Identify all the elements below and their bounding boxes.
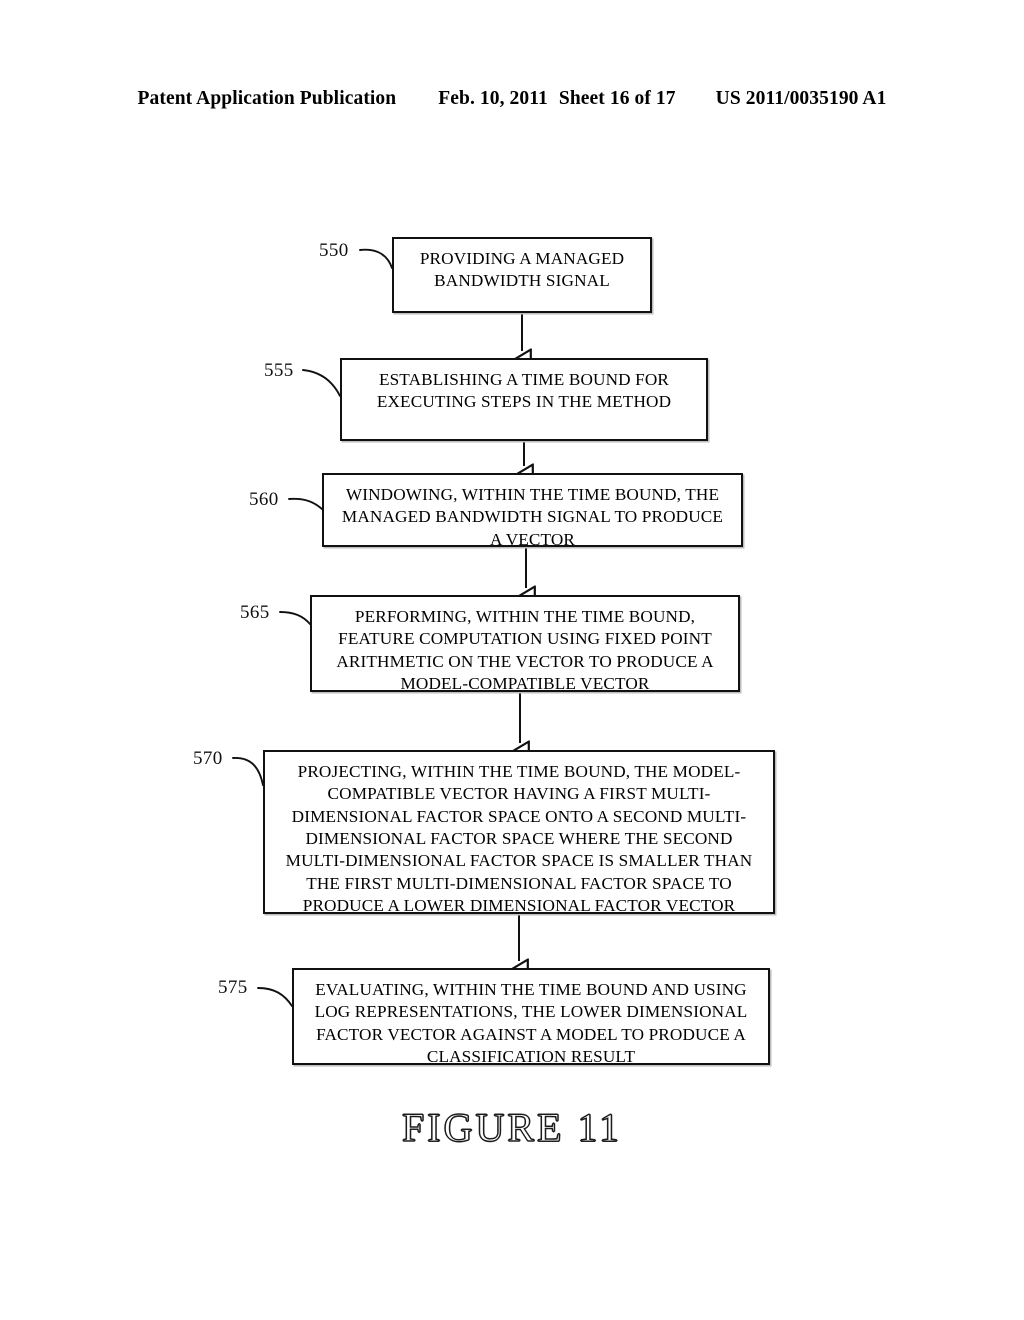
leader-555 [302, 369, 341, 397]
leader-565 [279, 611, 311, 625]
reference-numeral-575: 575 [218, 977, 248, 998]
leader-570 [232, 757, 264, 786]
flowchart-step-560-text: WINDOWING, WITHIN THE TIME BOUND, THE MA… [341, 485, 724, 549]
leader-575 [257, 987, 293, 1007]
reference-numeral-550: 550 [319, 240, 349, 261]
leader-550 [359, 248, 393, 269]
figure-caption: FIGURE 11 [401, 1104, 622, 1150]
flowchart-step-570-text: PROJECTING, WITHIN THE TIME BOUND, THE M… [285, 762, 753, 916]
flowchart-step-560: WINDOWING, WITHIN THE TIME BOUND, THE MA… [322, 473, 743, 549]
leader-560 [288, 497, 323, 510]
reference-numeral-560: 560 [249, 489, 279, 510]
reference-numeral-565: 565 [240, 602, 270, 623]
flowchart-step-555-text: ESTABLISHING A TIME BOUND FOR EXECUTING … [376, 370, 672, 412]
flowchart-step-555: ESTABLISHING A TIME BOUND FOR EXECUTING … [340, 358, 708, 441]
flowchart-step-575: EVALUATING, WITHIN THE TIME BOUND AND US… [292, 968, 770, 1067]
flowchart-step-570: PROJECTING, WITHIN THE TIME BOUND, THE M… [263, 750, 775, 915]
reference-numeral-555: 555 [264, 360, 294, 381]
flowchart-step-565-text: PERFORMING, WITHIN THE TIME BOUND, FEATU… [336, 607, 714, 694]
reference-numeral-570: 570 [193, 748, 223, 769]
flowchart-step-565: PERFORMING, WITHIN THE TIME BOUND, FEATU… [310, 595, 740, 694]
flowchart-step-550: PROVIDING A MANAGED BANDWIDTH SIGNAL [392, 237, 652, 313]
flowchart-step-550-text: PROVIDING A MANAGED BANDWIDTH SIGNAL [419, 249, 625, 291]
flowchart-step-575-text: EVALUATING, WITHIN THE TIME BOUND AND US… [314, 980, 748, 1067]
